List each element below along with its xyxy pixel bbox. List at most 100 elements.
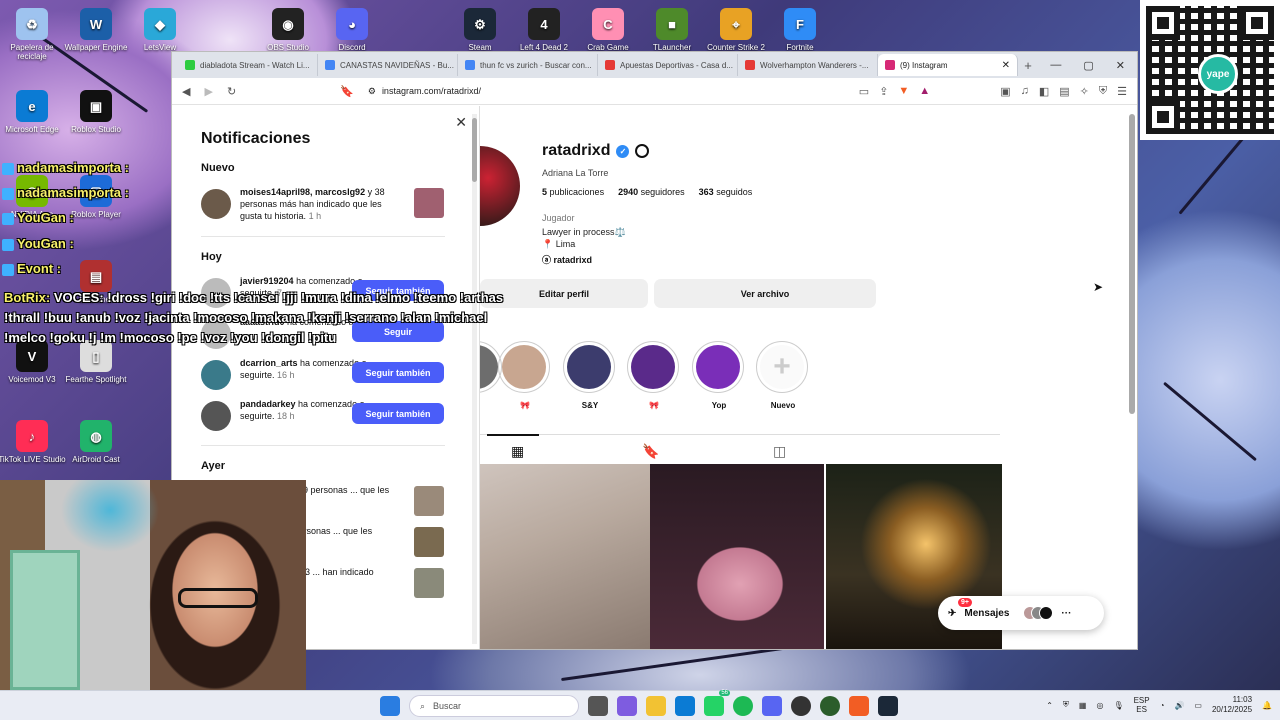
back-icon[interactable]: ◀ xyxy=(182,85,190,98)
notification-item[interactable]: pandadarkey ha comenzado a seguirte. 18 … xyxy=(172,394,479,435)
following-count[interactable]: 363 seguidos xyxy=(699,187,753,197)
new-highlight-button[interactable]: + Nuevo xyxy=(756,341,810,410)
file-explorer-icon[interactable] xyxy=(646,696,666,716)
post-thumbnail[interactable] xyxy=(650,464,824,649)
menu-icon[interactable]: ☰ xyxy=(1117,85,1127,98)
avatar[interactable] xyxy=(201,401,231,431)
avatar[interactable] xyxy=(201,360,231,390)
sidebar-icon[interactable]: ◧ xyxy=(1039,85,1049,98)
minimize-button[interactable]: — xyxy=(1050,59,1061,72)
share-icon[interactable]: ⇪ xyxy=(879,85,888,98)
edge-icon[interactable] xyxy=(675,696,695,716)
new-tab-button[interactable]: + xyxy=(1018,58,1038,73)
cast-icon[interactable]: ▭ xyxy=(859,85,869,98)
view-archive-button[interactable]: Ver archivo xyxy=(654,279,876,308)
desktop-icon[interactable]: ◎ NVIDIA App xyxy=(0,175,68,219)
bookmark-icon[interactable]: 🔖 xyxy=(340,85,354,98)
security-icon[interactable]: ⛨ xyxy=(1063,700,1069,710)
threads-link[interactable]: ⓐ ratadrixd xyxy=(542,253,592,266)
copilot-icon[interactable] xyxy=(617,696,637,716)
more-icon[interactable]: ··· xyxy=(1061,608,1071,619)
desktop-icon[interactable]: W Wallpaper Engine xyxy=(60,8,132,52)
notification-user[interactable]: dcarrion_arts xyxy=(240,358,298,368)
maximize-button[interactable]: ▢ xyxy=(1083,59,1093,72)
notifications-scrollbar[interactable] xyxy=(472,114,477,644)
desktop-icon[interactable]: C Crab Game xyxy=(572,8,644,52)
url-field[interactable]: ⚙ instagram.com/ratadrixd/ xyxy=(368,86,481,97)
battery-icon[interactable]: ▭ xyxy=(1194,701,1202,710)
desktop-icon[interactable]: ■ TLauncher xyxy=(636,8,708,52)
xbox-icon[interactable] xyxy=(820,696,840,716)
leo-ai-icon[interactable]: ✧ xyxy=(1080,85,1089,98)
browser-tab[interactable]: thun fc vs zurich - Buscar con... xyxy=(458,54,598,76)
nvidia-tray-icon[interactable]: ◎ xyxy=(1096,701,1103,710)
task-view-icon[interactable] xyxy=(588,696,608,716)
story-thumbnail[interactable] xyxy=(414,527,444,557)
notification-item[interactable]: moises14april98, marcoslg92 y 38 persona… xyxy=(172,182,479,226)
close-tab-icon[interactable]: ✕ xyxy=(1002,60,1010,71)
browser-tab[interactable]: CANASTAS NAVIDEÑAS - Bu... xyxy=(318,54,458,76)
vpn-icon[interactable]: ⛨ xyxy=(1099,85,1107,98)
story-highlight[interactable]: S&Y xyxy=(563,341,617,410)
story-thumbnail[interactable] xyxy=(414,188,444,218)
desktop-icon[interactable]: 4 Left 4 Dead 2 xyxy=(508,8,580,52)
taskbar-search[interactable]: ⌕ Buscar xyxy=(409,695,579,717)
forward-icon[interactable]: ▶ xyxy=(204,85,212,98)
follow-back-button[interactable]: Seguir también xyxy=(352,403,444,424)
notification-user[interactable]: pandadarkey xyxy=(240,399,296,409)
tagged-icon[interactable]: ◫ xyxy=(773,443,786,460)
notification-user[interactable]: javier919204 xyxy=(240,276,294,286)
discord-icon[interactable] xyxy=(762,696,782,716)
close-window-button[interactable]: ✕ xyxy=(1116,59,1125,72)
browser-tab[interactable]: Wolverhampton Wanderers -... xyxy=(738,54,878,76)
steam-icon[interactable] xyxy=(878,696,898,716)
settings-gear-icon[interactable] xyxy=(635,144,650,158)
saved-bookmark-icon[interactable]: 🔖 xyxy=(642,443,659,460)
story-thumbnail[interactable] xyxy=(414,568,444,598)
music-icon[interactable]: ♫ xyxy=(1021,85,1029,98)
desktop-icon[interactable]: F Fortnite xyxy=(764,8,836,52)
story-highlight[interactable]: Yop xyxy=(692,341,746,410)
browser-tab[interactable]: diabladota Stream - Watch Li... xyxy=(178,54,318,76)
start-windows-icon[interactable] xyxy=(380,696,400,716)
notification-user[interactable]: moises14april98, marcoslg92 xyxy=(240,187,365,197)
brave-rewards-icon[interactable]: ▲ xyxy=(919,85,930,98)
follow-back-button[interactable]: Seguir también xyxy=(352,362,444,383)
brave-shield-icon[interactable]: ▼ xyxy=(898,85,909,98)
browser-tab[interactable]: Apuestas Deportivas - Casa d... xyxy=(598,54,738,76)
desktop-icon[interactable]: ◍ AirDroid Cast xyxy=(60,420,132,464)
posts-count[interactable]: 5 publicaciones xyxy=(542,187,604,197)
post-thumbnail[interactable] xyxy=(480,464,654,649)
desktop-icon[interactable]: ♪ TikTok LIVE Studio xyxy=(0,420,68,464)
reload-icon[interactable]: ↻ xyxy=(227,85,236,98)
clock[interactable]: 11:03 20/12/2025 xyxy=(1212,695,1252,715)
followers-count[interactable]: 2940 seguidores xyxy=(618,187,685,197)
notification-item[interactable]: dcarrion_arts ha comenzado a seguirte. 1… xyxy=(172,353,479,394)
site-info-icon[interactable]: ⚙ xyxy=(368,86,376,97)
story-highlight[interactable]: 🎀 xyxy=(498,341,552,410)
desktop-icon[interactable]: ▢ Roblox Player xyxy=(60,175,132,219)
browser-tab[interactable]: (9) Instagram ✕ xyxy=(878,54,1018,76)
wallet-icon[interactable]: ▤ xyxy=(1059,85,1069,98)
whatsapp-icon[interactable]: 56 xyxy=(704,690,730,716)
story-highlight[interactable]: 🎀 xyxy=(627,341,681,410)
desktop-icon[interactable]: ◉ OBS Studio xyxy=(252,8,324,52)
wifi-icon[interactable]: ◔ xyxy=(1160,701,1165,710)
obs-icon[interactable] xyxy=(791,696,811,716)
story-thumbnail[interactable] xyxy=(414,486,444,516)
desktop-icon[interactable]: ◕ Discord xyxy=(316,8,388,52)
desktop-icon[interactable]: ⚙ Steam xyxy=(444,8,516,52)
desktop-icon[interactable]: ♻ Papelera de reciclaje xyxy=(0,8,68,61)
desktop-icon[interactable]: e Microsoft Edge xyxy=(0,90,68,134)
desktop-icon[interactable]: ◆ LetsView xyxy=(124,8,196,52)
brave-icon[interactable] xyxy=(849,696,869,716)
network-icon[interactable]: ▦ xyxy=(1079,701,1087,710)
notification-bell-icon[interactable]: 🔔 xyxy=(1262,701,1272,710)
avatar[interactable] xyxy=(201,189,231,219)
volume-icon[interactable]: 🔊 xyxy=(1174,701,1184,710)
spotify-icon[interactable] xyxy=(733,696,753,716)
desktop-icon[interactable]: ▣ Roblox Studio xyxy=(60,90,132,134)
chevron-up-icon[interactable]: ⌃ xyxy=(1046,701,1053,710)
desktop-icon[interactable]: ⌖ Counter Strike 2 xyxy=(700,8,772,52)
messages-button[interactable]: ✈ 9+ Mensajes ··· xyxy=(938,596,1104,630)
